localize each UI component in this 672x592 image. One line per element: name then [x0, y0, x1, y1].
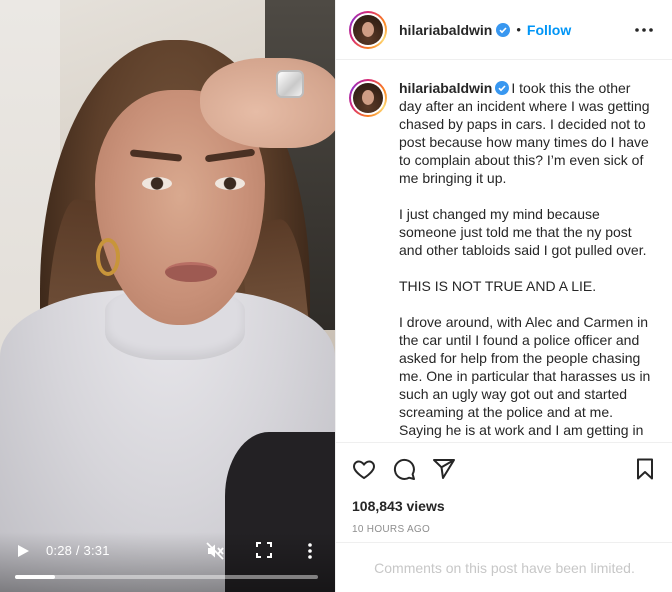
caption-text: hilariabaldwin I took this the other day … — [399, 79, 656, 442]
video-controls: 0:28 / 3:31 — [0, 532, 335, 592]
video-subject-eye-left — [142, 177, 172, 190]
story-ring[interactable] — [349, 10, 387, 49]
like-heart-icon[interactable] — [352, 457, 376, 481]
caption-avatar — [353, 83, 383, 113]
more-options-icon[interactable] — [634, 22, 654, 38]
video-subject-eye-right — [215, 177, 245, 190]
video-subject-hand — [200, 58, 335, 148]
post-header: hilariabaldwin • Follow — [336, 0, 672, 60]
video-player[interactable]: 0:28 / 3:31 — [0, 0, 335, 592]
video-time: 0:28 / 3:31 — [46, 543, 110, 558]
follow-button[interactable]: Follow — [527, 22, 571, 38]
play-icon[interactable] — [16, 544, 30, 558]
muted-speaker-icon[interactable] — [205, 541, 225, 561]
caption-paragraph-4: I drove around, with Alec and Carmen in … — [399, 314, 651, 438]
share-icon[interactable] — [432, 457, 456, 481]
header-separator: • — [516, 22, 521, 37]
video-subject-earring — [96, 238, 120, 276]
instagram-post: 0:28 / 3:31 hilariabaldwin • Follow hila… — [0, 0, 672, 592]
action-bar — [336, 442, 672, 494]
more-vertical-icon[interactable] — [302, 541, 318, 561]
video-subject-mouth — [165, 262, 217, 282]
verified-badge-icon — [496, 22, 511, 37]
post-side-panel: hilariabaldwin • Follow hilariabaldwin I… — [335, 0, 672, 592]
video-progress-bar[interactable] — [15, 575, 318, 579]
comments-limited-notice: Comments on this post have been limited. — [336, 542, 672, 592]
view-count[interactable]: 108,843 views — [352, 498, 445, 514]
caption-paragraph-2: I just changed my mind because someone j… — [399, 206, 647, 258]
video-progress-fill — [15, 575, 56, 579]
save-bookmark-icon[interactable] — [633, 457, 657, 481]
caption-username-link[interactable]: hilariabaldwin — [399, 80, 492, 96]
fullscreen-icon[interactable] — [256, 542, 272, 558]
caption-verified-badge-icon — [495, 81, 510, 95]
caption-paragraph-3: THIS IS NOT TRUE AND A LIE. — [399, 278, 597, 294]
avatar — [353, 14, 383, 45]
username-link[interactable]: hilariabaldwin — [399, 22, 492, 38]
comment-icon[interactable] — [392, 457, 416, 481]
video-subject-ring — [276, 70, 304, 98]
caption-story-ring[interactable] — [349, 79, 387, 117]
caption-area[interactable]: hilariabaldwin I took this the other day … — [336, 60, 672, 442]
post-timestamp[interactable]: 10 HOURS AGO — [352, 524, 430, 535]
